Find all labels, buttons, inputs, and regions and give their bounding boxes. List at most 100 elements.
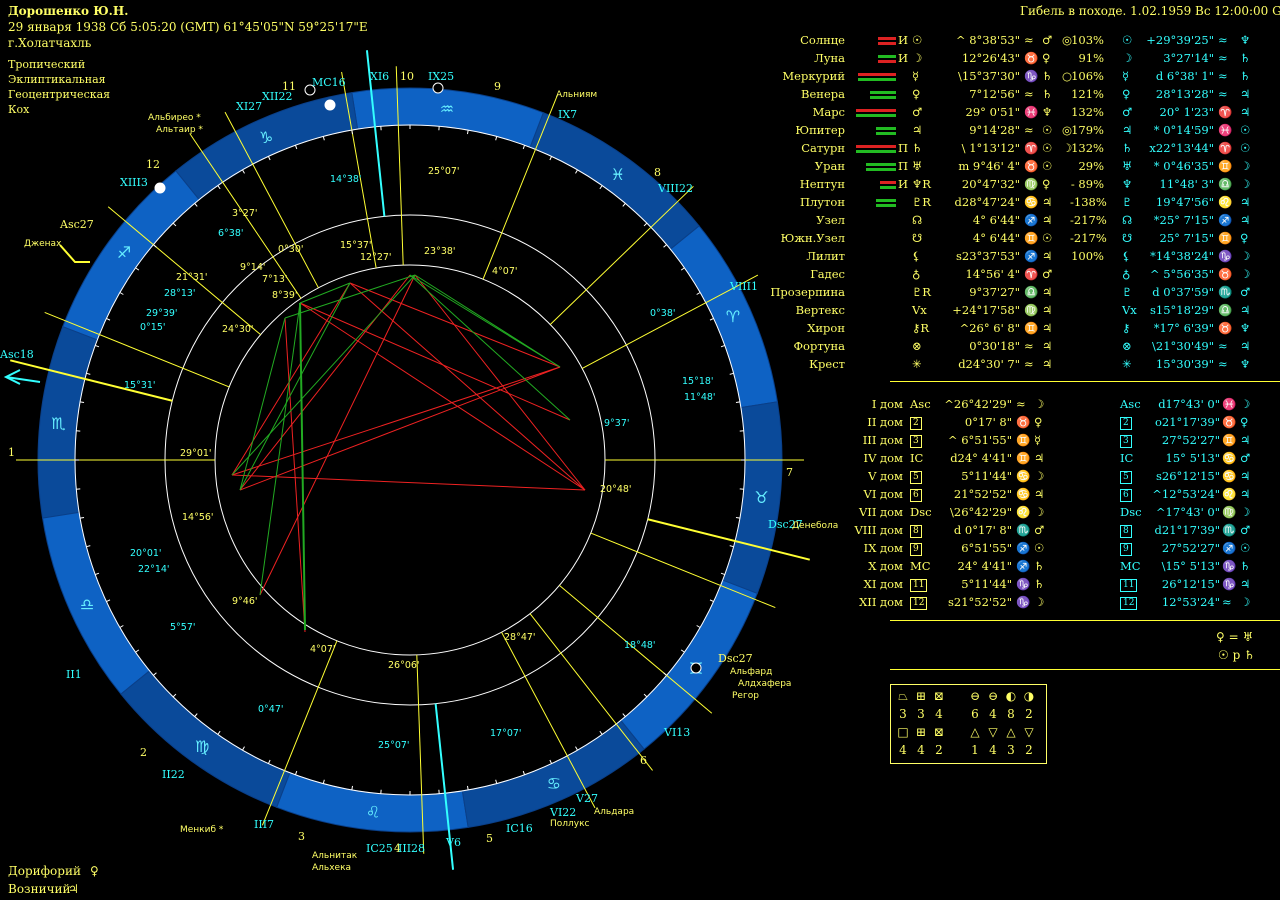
stat-value: 4 <box>989 707 997 721</box>
house-cusp-glyph: 9 <box>910 543 922 556</box>
house-name: XII дом <box>859 595 903 609</box>
transit-ruler: ♃ <box>1240 577 1251 591</box>
stat-value: 8 <box>1007 707 1015 721</box>
house-cusp-position: 5°11'44" <box>961 469 1012 483</box>
sign-glyph: ♐ <box>1016 541 1031 555</box>
fixed-star-label: Менкиб * <box>180 825 224 835</box>
transit-ruler: ♃ <box>1240 487 1251 501</box>
ruler-glyph: ♃ <box>1034 451 1045 465</box>
degree-tick <box>172 693 177 698</box>
degree-tick <box>575 746 578 751</box>
degree-tick <box>153 672 157 676</box>
transit-cusp-glyph: 8 <box>1120 525 1132 538</box>
stat-value: 2 <box>1025 707 1033 721</box>
house-label: IC16 <box>506 822 533 835</box>
degree-tick <box>522 770 526 775</box>
stat-value: 3 <box>899 707 907 721</box>
ruler-glyph: ♀ <box>1034 415 1043 429</box>
transit-cusp-glyph: 6 <box>1120 489 1132 502</box>
sign-glyph: ♏ <box>1016 523 1031 537</box>
planet-degree-label: 5°57' <box>170 622 196 633</box>
house-name: XI дом <box>863 577 903 591</box>
transit-ruler: ☽ <box>1240 505 1251 519</box>
fixed-star-label: Альдара <box>594 807 634 817</box>
degree-tick <box>599 730 603 735</box>
stat-value: 2 <box>935 743 943 757</box>
stat-glyph: ⊠ <box>933 725 945 739</box>
degree-tick <box>267 759 271 764</box>
transit-cusp-glyph: IC <box>1120 451 1134 465</box>
house-cusp-glyph: 11 <box>910 579 928 592</box>
stat-glyph: □ <box>897 725 909 739</box>
stat-glyph: ⊞ <box>915 725 927 739</box>
ruler-glyph: ♄ <box>1034 577 1045 591</box>
transit-cusp-position: d21°17'39" <box>1154 523 1220 537</box>
planet-degree-label: 25°07' <box>378 740 410 751</box>
transit-cusp-position: 12°53'24" <box>1161 595 1220 609</box>
transit-cusp-glyph: 11 <box>1120 579 1138 592</box>
table-divider-3 <box>890 669 1280 670</box>
stat-value: 1 <box>971 743 979 757</box>
transit-ruler: ♂ <box>1240 451 1251 465</box>
stat-glyph: △ <box>970 725 980 739</box>
stat-value: 4 <box>899 743 907 757</box>
house-label: 6 <box>640 754 647 767</box>
stat-glyph: ⊖ <box>987 689 999 703</box>
degree-tick <box>466 785 469 790</box>
house-row: VIII дом 8 d 0°17' 8" ♏ ♂ 8 d21°17'39" ♏ ♂ <box>0 523 1280 541</box>
degree-tick <box>119 625 124 628</box>
ruler-glyph: ☽ <box>1034 469 1045 483</box>
house-cusp-position: 24° 4'41" <box>957 559 1012 573</box>
degree-tick <box>135 649 140 653</box>
houses-table: I дом Asc ^26°42'29" ≈ ☽ Asc d17°43' 0" ♓ ☽ II до… <box>0 0 1280 620</box>
transit-cusp-position: ^12°53'24" <box>1152 487 1220 501</box>
transit-ruler: ☉ <box>1240 541 1251 555</box>
house-label: III7 <box>254 818 274 831</box>
house-name: III дом <box>862 433 903 447</box>
stat-glyph: △ <box>1006 725 1016 739</box>
house-name: IV дом <box>863 451 903 465</box>
house-cusp-glyph: 5 <box>910 471 922 484</box>
degree-tick <box>696 625 701 628</box>
ruler-glyph: ♃ <box>1034 487 1045 501</box>
house-name: II дом <box>867 415 903 429</box>
house-name: VIII дом <box>854 523 903 537</box>
house-cusp-position: ^ 6°51'55" <box>947 433 1012 447</box>
house-cusp-glyph: 6 <box>910 489 922 502</box>
transit-cusp-position: d17°43' 0" <box>1158 397 1220 411</box>
fixed-star-label: Регор <box>732 691 759 701</box>
degree-tick <box>622 713 626 717</box>
house-cusp-glyph: IC <box>910 451 924 465</box>
house-name: VII дом <box>859 505 903 519</box>
sign-glyph: ♊ <box>1016 451 1031 465</box>
sign-glyph: ♑ <box>1016 577 1031 591</box>
transit-cusp-glyph: 5 <box>1120 471 1132 484</box>
stat-value: 3 <box>1007 743 1015 757</box>
degree-tick <box>294 770 298 775</box>
transit-sign: ♑ <box>1222 559 1237 573</box>
stat-value: 4 <box>989 743 997 757</box>
transit-sign: ≈ <box>1222 595 1232 609</box>
ruler-glyph: ☽ <box>1034 595 1045 609</box>
house-cusp-position: d 0°17' 8" <box>953 523 1012 537</box>
transit-cusp-position: 15° 5'13" <box>1165 451 1220 465</box>
transit-ruler: ♄ <box>1240 559 1251 573</box>
house-row: III дом 3 ^ 6°51'55" ♊ ☿ 3 27°52'27" ♊ ♃ <box>0 433 1280 451</box>
stat-value: 3 <box>917 707 925 721</box>
house-label: 3 <box>298 830 305 843</box>
planet-degree-label: 28°47' <box>504 632 536 643</box>
house-label: III28 <box>398 842 425 855</box>
zodiac-sign-glyph: ♋ <box>547 774 561 793</box>
transit-ruler: ♃ <box>1240 469 1251 483</box>
house-name: VI дом <box>863 487 903 501</box>
house-name: X дом <box>868 559 903 573</box>
degree-tick <box>663 672 667 676</box>
transit-cusp-position: ^17°43' 0" <box>1155 505 1220 519</box>
house-name: IX дом <box>863 541 903 555</box>
sign-glyph: ♋ <box>1016 487 1031 501</box>
degree-tick <box>351 785 354 790</box>
house-label: 5 <box>486 832 493 845</box>
transit-sign: ♋ <box>1222 469 1237 483</box>
transit-cusp-glyph: 2 <box>1120 417 1132 430</box>
degree-tick <box>680 649 685 653</box>
